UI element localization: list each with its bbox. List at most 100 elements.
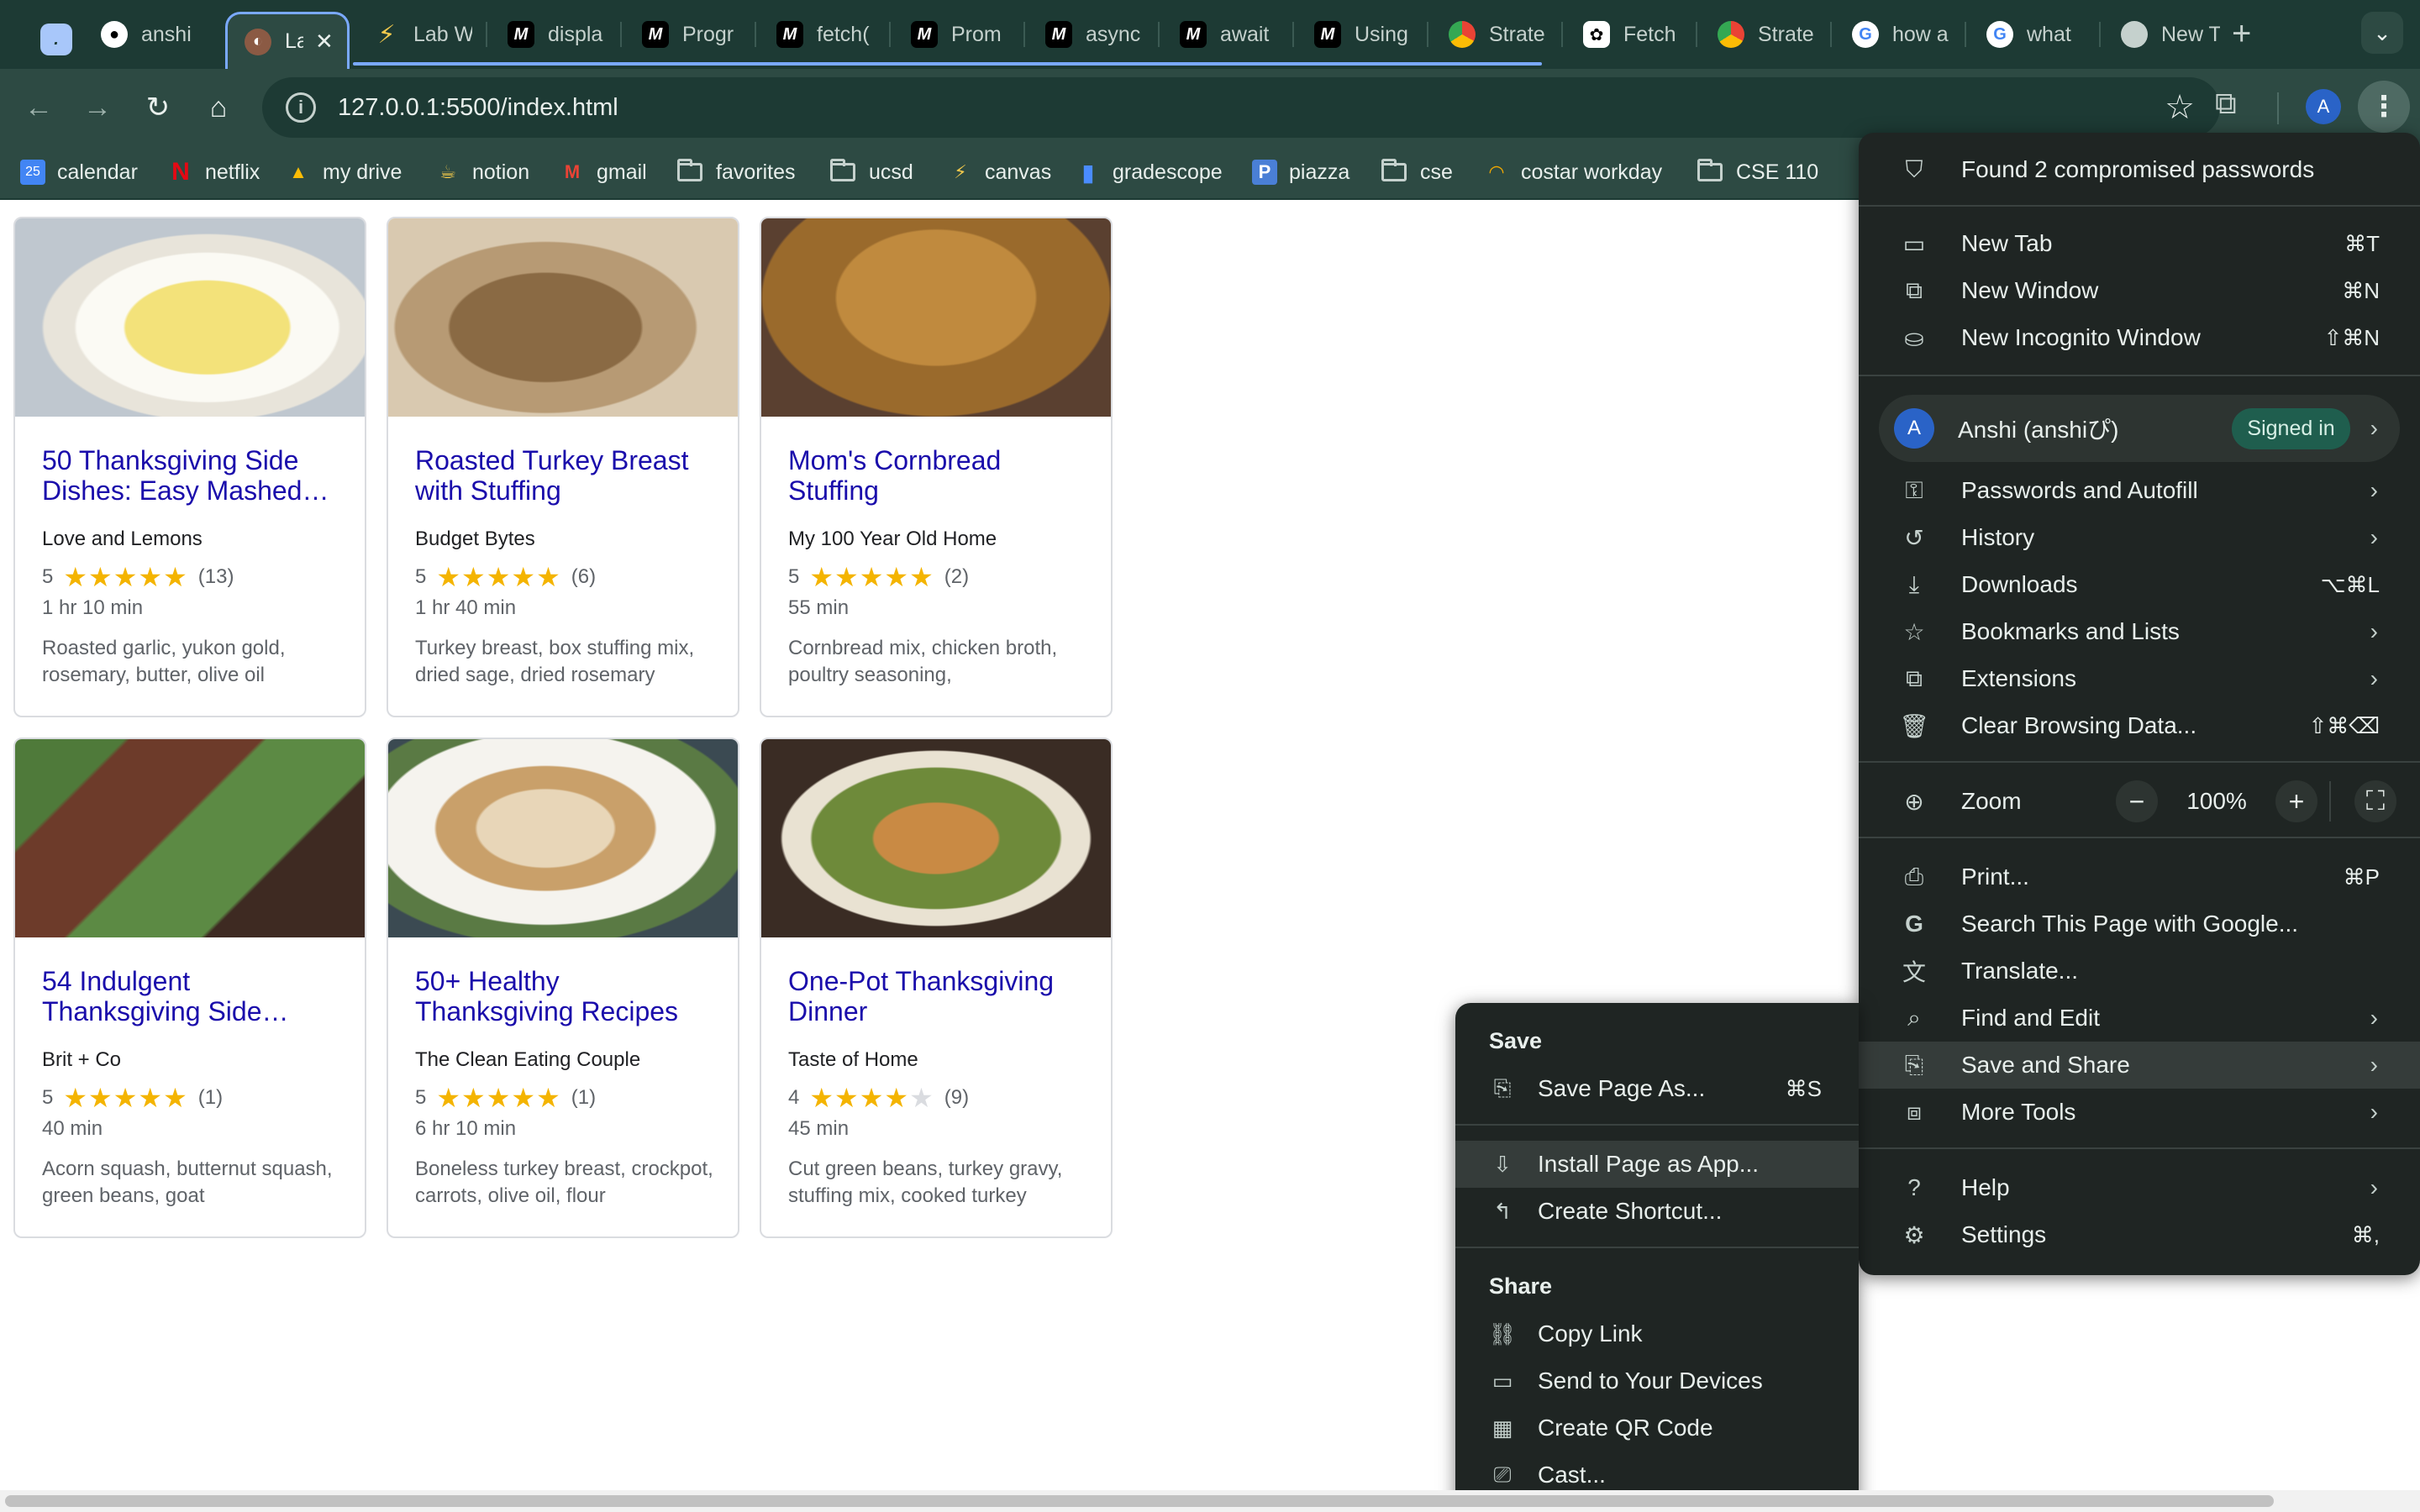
recipe-rating: 5 ★★★★★ (1): [415, 1082, 596, 1114]
bookmark-calendar[interactable]: 25 calendar: [20, 156, 138, 188]
site-info-icon[interactable]: i: [286, 92, 316, 123]
tab-5[interactable]: M fetch(: [760, 12, 886, 57]
tab-8[interactable]: M await: [1163, 12, 1289, 57]
tab-2[interactable]: ⚡ Lab W: [356, 12, 482, 57]
menu-item-new-window[interactable]: ⧉ New Window ⌘N: [1859, 267, 2420, 314]
tab-group-chip[interactable]: .: [30, 17, 86, 62]
close-tab-icon[interactable]: ✕: [315, 29, 334, 55]
back-arrow-icon[interactable]: ←: [18, 87, 59, 128]
new-window-icon: ⧉: [1906, 276, 1923, 303]
recipe-title[interactable]: Mom's Cornbread Stuffing: [788, 445, 1091, 506]
bookmark-folder-ucsd[interactable]: ucsd: [830, 156, 913, 188]
bookmark-netflix[interactable]: N netflix: [168, 156, 260, 188]
tab-13[interactable]: G how a: [1835, 12, 1961, 57]
chevron-right-icon: ›: [2370, 524, 2378, 550]
tab-1-active[interactable]: ◐ Lab ✕: [225, 12, 350, 69]
bookmark-folder-cse[interactable]: cse: [1381, 156, 1453, 188]
tab-15[interactable]: New T: [2104, 12, 2230, 57]
tab-7[interactable]: M async: [1028, 12, 1155, 57]
recipe-title[interactable]: 54 Indulgent Thanksgiving Side…: [42, 966, 345, 1026]
horizontal-scrollbar[interactable]: [0, 1490, 2420, 1512]
menu-item-help[interactable]: ? Help ›: [1859, 1164, 2420, 1211]
tab-title: anshi: [141, 22, 192, 46]
zoom-out-minus-icon[interactable]: −: [2116, 780, 2158, 822]
menu-item-compromised-passwords[interactable]: ⛉ Found 2 compromised passwords: [1859, 146, 2420, 193]
submenu-item-install-app[interactable]: ⇩ Install Page as App...: [1455, 1141, 1859, 1188]
menu-item-find-edit[interactable]: ⌕ Find and Edit ›: [1859, 995, 2420, 1042]
menu-item-search-with-google[interactable]: G Search This Page with Google...: [1859, 900, 2420, 948]
recipe-card[interactable]: One-Pot Thanksgiving Dinner Taste of Hom…: [760, 738, 1113, 1238]
recipe-card[interactable]: Mom's Cornbread Stuffing My 100 Year Old…: [760, 217, 1113, 717]
recipe-title[interactable]: One-Pot Thanksgiving Dinner: [788, 966, 1091, 1026]
fullscreen-icon[interactable]: ⛶: [2354, 780, 2396, 822]
menu-item-passwords-autofill[interactable]: ⚿ Passwords and Autofill ›: [1859, 467, 2420, 514]
bookmark-folder-favorites[interactable]: favorites: [677, 156, 795, 188]
recipe-title[interactable]: 50+ Healthy Thanksgiving Recipes: [415, 966, 718, 1026]
extensions-puzzle-icon[interactable]: ⧉: [2215, 86, 2237, 122]
recipe-source: Budget Bytes: [415, 528, 535, 550]
recipe-card[interactable]: 54 Indulgent Thanksgiving Side… Brit + C…: [13, 738, 366, 1238]
forward-arrow-icon[interactable]: →: [77, 87, 118, 128]
menu-item-save-share[interactable]: ⎘ Save and Share ›: [1859, 1042, 2420, 1089]
menu-item-extensions[interactable]: ⧉ Extensions ›: [1859, 655, 2420, 702]
reload-icon[interactable]: ↻: [138, 87, 178, 128]
zoom-in-plus-icon[interactable]: +: [2275, 780, 2317, 822]
shortcut-arrow-icon: ↰: [1493, 1198, 1512, 1224]
tab-11[interactable]: ✿ Fetch: [1566, 12, 1692, 57]
recipe-card[interactable]: 50+ Healthy Thanksgiving Recipes The Cle…: [387, 738, 739, 1238]
recipe-card[interactable]: Roasted Turkey Breast with Stuffing Budg…: [387, 217, 739, 717]
menu-item-new-incognito[interactable]: ⛀ New Incognito Window ⇧⌘N: [1859, 314, 2420, 361]
menu-item-bookmarks-lists[interactable]: ☆ Bookmarks and Lists ›: [1859, 608, 2420, 655]
tab-6[interactable]: M Prom: [894, 12, 1020, 57]
menu-profile-row[interactable]: A Anshi (anshiぴ) Signed in ›: [1879, 395, 2400, 462]
submenu-item-copy-link[interactable]: ⛓ Copy Link: [1455, 1310, 1859, 1357]
recipe-image: [15, 218, 365, 417]
menu-item-new-tab[interactable]: ▭ New Tab ⌘T: [1859, 220, 2420, 267]
address-bar[interactable]: i 127.0.0.1:5500/index.html ☆: [262, 77, 2220, 138]
bookmark-costar-workday[interactable]: ◠ costar workday: [1484, 156, 1662, 188]
submenu-item-create-shortcut[interactable]: ↰ Create Shortcut...: [1455, 1188, 1859, 1235]
chrome-menu-kebab-icon[interactable]: ⋮: [2358, 81, 2410, 133]
bookmark-label: canvas: [985, 160, 1052, 184]
tab-14[interactable]: G what: [1970, 12, 2096, 57]
tab-search-chevron-icon[interactable]: ⌄: [2361, 12, 2403, 54]
new-tab-plus-icon[interactable]: +: [2232, 15, 2251, 53]
recipe-title[interactable]: Roasted Turkey Breast with Stuffing: [415, 445, 718, 506]
menu-item-print[interactable]: ⎙ Print... ⌘P: [1859, 853, 2420, 900]
home-icon[interactable]: ⌂: [198, 87, 239, 128]
recipe-card[interactable]: 50 Thanksgiving Side Dishes: Easy Mashed…: [13, 217, 366, 717]
bookmark-folder-cse-110[interactable]: CSE 110: [1697, 156, 1818, 188]
submenu-item-qr-code[interactable]: ▦ Create QR Code: [1455, 1404, 1859, 1452]
menu-label: Help: [1961, 1174, 2010, 1200]
tab-0[interactable]: ● anshi: [87, 12, 213, 57]
bookmark-canvas[interactable]: ⚡ canvas: [948, 156, 1051, 188]
url-text[interactable]: 127.0.0.1:5500/index.html: [338, 94, 618, 122]
profile-avatar[interactable]: A: [2306, 89, 2341, 124]
submenu-item-send-devices[interactable]: ▭ Send to Your Devices: [1455, 1357, 1859, 1404]
menu-item-downloads[interactable]: ⤓ Downloads ⌥⌘L: [1859, 561, 2420, 608]
menu-item-history[interactable]: ↺ History ›: [1859, 514, 2420, 561]
bookmark-notion[interactable]: ☕ notion: [435, 156, 529, 188]
tab-9[interactable]: M Using: [1297, 12, 1423, 57]
bookmark-gmail[interactable]: M gmail: [560, 156, 647, 188]
bookmark-piazza[interactable]: P piazza: [1252, 156, 1349, 188]
rating-count: (13): [197, 565, 234, 588]
gradescope-icon: ▮: [1081, 159, 1095, 186]
bookmark-gradescope[interactable]: ▮ gradescope: [1076, 156, 1222, 188]
menu-item-more-tools[interactable]: ⧈ More Tools ›: [1859, 1089, 2420, 1136]
tab-4[interactable]: M Progr: [625, 12, 751, 57]
menu-item-translate[interactable]: 文 Translate...: [1859, 948, 2420, 995]
scrollbar-thumb[interactable]: [5, 1495, 2274, 1507]
tab-title: how a: [1892, 22, 1949, 46]
tab-10[interactable]: Strate: [1432, 12, 1558, 57]
menu-item-clear-browsing-data[interactable]: 🗑 Clear Browsing Data... ⇧⌘⌫: [1859, 702, 2420, 749]
bookmark-star-icon[interactable]: ☆: [2165, 88, 2195, 127]
tab-3[interactable]: M displa: [491, 12, 617, 57]
menu-item-settings[interactable]: ⚙ Settings ⌘,: [1859, 1211, 2420, 1258]
bookmark-my-drive[interactable]: ▲ my drive: [286, 156, 402, 188]
submenu-item-save-page[interactable]: ⎘ Save Page As... ⌘S: [1455, 1065, 1859, 1112]
rating-value: 5: [415, 565, 427, 588]
star-rating-icon: ★★★★★: [436, 562, 561, 592]
recipe-title[interactable]: 50 Thanksgiving Side Dishes: Easy Mashed…: [42, 445, 345, 506]
tab-12[interactable]: Strate: [1701, 12, 1827, 57]
